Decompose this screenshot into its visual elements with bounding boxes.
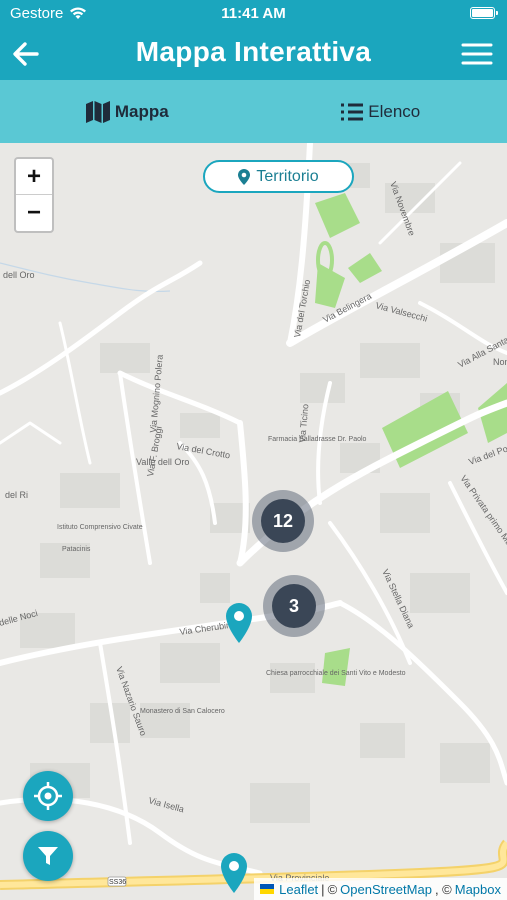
ukraine-flag-icon bbox=[260, 884, 275, 894]
poi-label: Istituto Comprensivo Civate bbox=[57, 524, 143, 531]
mapbox-link[interactable]: Mapbox bbox=[455, 882, 501, 897]
battery-icon bbox=[470, 7, 498, 19]
menu-button[interactable] bbox=[461, 40, 493, 68]
poi-label: Monastero di San Calocero bbox=[140, 708, 225, 715]
crosshair-icon bbox=[34, 782, 62, 810]
filter-button[interactable] bbox=[23, 831, 73, 881]
street-label: dell Oro bbox=[3, 270, 35, 280]
copyright-symbol: © bbox=[327, 881, 338, 897]
poi-label: Patacinis bbox=[62, 546, 91, 553]
territorio-label: Territorio bbox=[256, 167, 319, 185]
poi-label: Farmacia Balladrasse Dr. Paolo bbox=[268, 436, 367, 443]
hamburger-menu-icon bbox=[461, 43, 493, 65]
road-shield-label: SS36 bbox=[109, 879, 126, 886]
street-label: Valle dell Oro bbox=[136, 457, 189, 467]
tab-elenco-label: Elenco bbox=[368, 101, 421, 121]
marker-cluster[interactable]: 12 bbox=[252, 490, 314, 552]
back-button[interactable] bbox=[10, 38, 42, 70]
status-bar: Gestore 11:41 AM bbox=[0, 0, 507, 28]
marker-cluster[interactable]: 3 bbox=[263, 575, 325, 637]
page-title: Mappa Interattiva bbox=[135, 36, 372, 67]
tab-elenco[interactable]: Elenco bbox=[254, 80, 507, 143]
map-marker[interactable] bbox=[220, 853, 248, 898]
clock: 11:41 AM bbox=[221, 5, 286, 22]
tab-mappa[interactable]: Mappa bbox=[0, 80, 254, 143]
map-icon bbox=[85, 100, 110, 123]
copyright-symbol: , © bbox=[434, 881, 452, 897]
zoom-in-button[interactable]: + bbox=[16, 159, 52, 195]
map-marker-icon bbox=[221, 853, 247, 893]
location-pin-icon bbox=[238, 168, 251, 185]
street-label: Non bbox=[493, 357, 507, 367]
street-label: del Ri bbox=[5, 490, 28, 500]
territorio-button[interactable]: Territorio bbox=[203, 160, 354, 193]
view-tabs: Mappa Elenco bbox=[0, 80, 507, 143]
poi-label: Chiesa parrocchiale dei Santi Vito e Mod… bbox=[266, 670, 406, 677]
list-icon bbox=[341, 103, 364, 120]
zoom-control: + − bbox=[14, 157, 54, 233]
map-marker-icon bbox=[226, 603, 252, 643]
interactive-map[interactable]: Via Novembre Via del Torchio Via Belinge… bbox=[0, 143, 507, 900]
zoom-out-button[interactable]: − bbox=[16, 195, 52, 231]
arrow-left-icon bbox=[13, 42, 39, 66]
leaflet-link[interactable]: Leaflet bbox=[279, 882, 318, 897]
map-attribution: Leaflet | © OpenStreetMap , © Mapbox bbox=[254, 878, 507, 900]
cluster-count: 12 bbox=[261, 499, 305, 543]
tab-mappa-label: Mappa bbox=[114, 101, 169, 121]
attribution-separator: | bbox=[321, 881, 325, 897]
header-bar: Mappa Interattiva bbox=[0, 28, 507, 80]
openstreetmap-link[interactable]: OpenStreetMap bbox=[340, 882, 432, 897]
locate-me-button[interactable] bbox=[23, 771, 73, 821]
filter-icon bbox=[38, 847, 58, 865]
map-marker[interactable] bbox=[225, 603, 253, 648]
cluster-count: 3 bbox=[272, 584, 316, 628]
